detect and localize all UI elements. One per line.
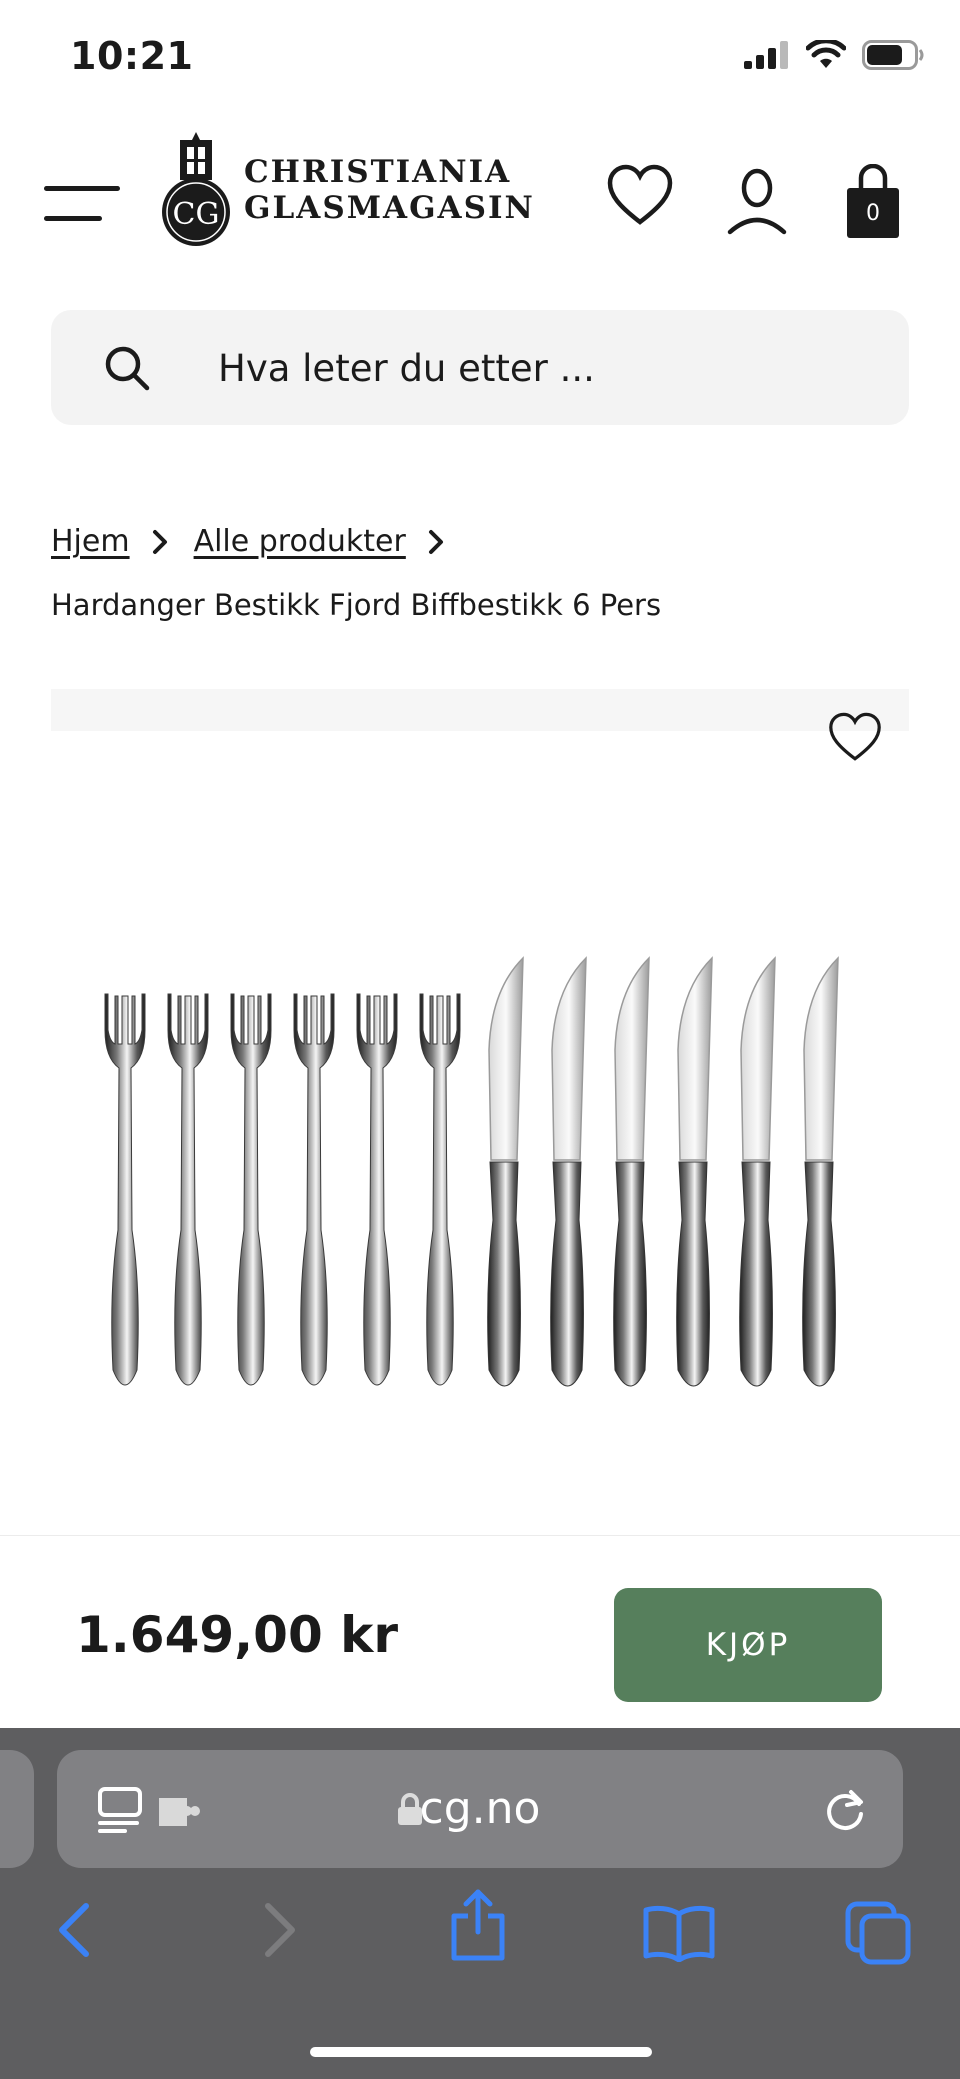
status-icons — [744, 40, 924, 70]
cart-button[interactable]: 0 — [845, 163, 901, 244]
knife-blade — [488, 956, 524, 1161]
forward-icon[interactable] — [258, 1900, 302, 1960]
knife-blade — [614, 956, 650, 1161]
knife-handle — [550, 1161, 584, 1387]
fork — [167, 993, 209, 1386]
search-bar[interactable] — [51, 310, 909, 425]
buy-button[interactable]: KJØP — [614, 1588, 882, 1702]
back-icon[interactable] — [52, 1900, 96, 1960]
fork-shape — [293, 993, 335, 1386]
address-bar[interactable]: cg.no — [57, 1750, 903, 1868]
wishlist-button[interactable] — [607, 164, 673, 230]
steak-knife — [676, 956, 713, 1387]
knife-blade — [740, 956, 776, 1161]
lantern-logo-icon: CG — [162, 132, 230, 246]
breadcrumb-current: Hardanger Bestikk Fjord Biffbestikk 6 Pe… — [51, 588, 662, 622]
steak-knife — [802, 956, 839, 1387]
chevron-right-icon — [152, 529, 167, 554]
breadcrumb: Hjem Alle produkter — [51, 524, 470, 559]
knife-handle — [487, 1161, 521, 1387]
steak-knife — [487, 956, 524, 1387]
fork-shape — [356, 993, 398, 1386]
battery-icon — [862, 40, 924, 70]
knife-handle — [676, 1161, 710, 1387]
knife-handle — [802, 1161, 836, 1387]
user-icon — [727, 168, 787, 235]
fork — [419, 993, 461, 1386]
logo-monogram: CG — [173, 197, 220, 232]
fork-shape — [167, 993, 209, 1386]
signal-icon — [744, 41, 788, 69]
search-input[interactable] — [216, 332, 860, 404]
fork-shape — [104, 993, 146, 1386]
status-time: 10:21 — [70, 34, 194, 78]
tabs-icon[interactable] — [844, 1900, 914, 1966]
url-text: cg.no — [419, 1783, 541, 1834]
steak-knife — [613, 956, 650, 1387]
product-image[interactable] — [0, 930, 960, 1400]
knife-blade — [551, 956, 587, 1161]
buy-bar: 1.649,00 kr KJØP — [0, 1535, 960, 1729]
product-price: 1.649,00 kr — [76, 1606, 399, 1664]
knife-handle — [739, 1161, 773, 1387]
share-icon[interactable] — [448, 1888, 508, 1962]
fork — [356, 993, 398, 1386]
knife-blade — [803, 956, 839, 1161]
fork-shape — [230, 993, 272, 1386]
menu-line — [44, 186, 120, 191]
logo[interactable]: CG CHRISTIANIA GLASMAGASIN — [160, 132, 535, 248]
home-indicator — [310, 2047, 652, 2057]
bookmarks-icon[interactable] — [642, 1904, 716, 1962]
search-icon — [105, 346, 150, 391]
reload-icon[interactable] — [821, 1786, 869, 1834]
fork — [230, 993, 272, 1386]
menu-button[interactable] — [44, 186, 120, 226]
account-button[interactable] — [726, 168, 788, 240]
steak-knife — [550, 956, 587, 1387]
knife-blade — [677, 956, 713, 1161]
fork — [293, 993, 335, 1386]
menu-line — [44, 216, 102, 221]
add-to-wishlist-button[interactable] — [828, 712, 882, 766]
fork — [104, 993, 146, 1386]
breadcrumb-link-home[interactable]: Hjem — [51, 524, 130, 559]
previous-tab[interactable] — [0, 1750, 34, 1868]
browser-toolbar: cg.no — [0, 1728, 960, 2079]
breadcrumb-link-all-products[interactable]: Alle produkter — [194, 524, 406, 559]
cart-count: 0 — [866, 201, 880, 226]
logo-line-1: CHRISTIANIA — [244, 154, 512, 190]
heart-icon — [607, 164, 673, 225]
wifi-icon — [806, 40, 846, 68]
steak-knife — [739, 956, 776, 1387]
chevron-right-icon — [428, 529, 443, 554]
logo-wordmark: CHRISTIANIA GLASMAGASIN — [244, 154, 535, 226]
image-gallery-strip — [51, 689, 909, 731]
knife-handle — [613, 1161, 647, 1387]
fork-shape — [419, 993, 461, 1386]
heart-icon — [829, 712, 881, 761]
logo-line-2: GLASMAGASIN — [244, 190, 535, 226]
